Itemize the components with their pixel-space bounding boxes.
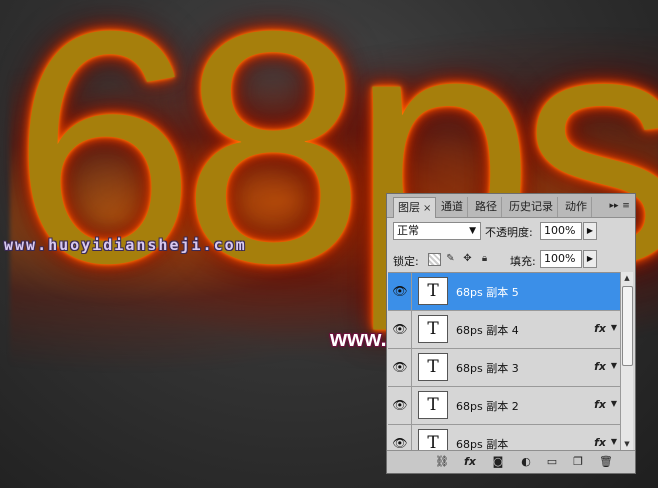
scrollbar-thumb[interactable] [622,286,633,366]
layer-name: 68ps 副本 3 [456,362,519,375]
add-mask-icon[interactable]: ◙ [491,455,505,469]
tab-channels-label: 通道 [441,200,463,213]
link-layers-icon[interactable]: ⛓︎ [435,455,449,469]
eye-icon[interactable]: 👁︎ [391,434,409,451]
text-layer-thumbnail: T [418,391,448,419]
eye-icon[interactable]: 👁︎ [391,396,409,414]
eye-icon[interactable]: 👁︎ [391,320,409,338]
move-icon[interactable]: ✥ [462,253,473,264]
layer-row-copy-5[interactable]: 👁︎ T 68ps 副本 5 [388,273,620,311]
layer-row-copy[interactable]: 👁︎ T 68ps 副本 fx ▼ [388,425,620,451]
tab-paths[interactable]: 路径 [471,197,502,217]
text-layer-thumbnail: T [418,353,448,381]
tab-history-label: 历史记录 [509,200,553,213]
text-layer-thumbnail: T [418,277,448,305]
panel-bottom-toolbar: ⛓︎ fx ◙ ◐ ▭ ❐ 🗑︎ [387,450,635,473]
close-icon[interactable]: × [423,203,431,214]
fill-slider-button[interactable]: ▶ [583,250,597,268]
fill-input[interactable]: 100% [540,250,582,268]
checker-icon[interactable] [428,253,441,266]
scroll-down-icon[interactable]: ▼ [621,438,633,450]
text-layer-thumbnail: T [418,315,448,343]
tab-actions-label: 动作 [565,200,587,213]
chevron-down-icon: ▼ [469,226,476,236]
panel-menu-icon[interactable]: ≡ [619,197,633,215]
scroll-up-icon[interactable]: ▲ [621,272,633,284]
opacity-slider-button[interactable]: ▶ [583,222,597,240]
tab-channels[interactable]: 通道 [437,197,468,217]
chevron-down-icon[interactable]: ▼ [611,437,617,446]
tab-layers-label: 图层 [398,201,420,214]
new-group-icon[interactable]: ▭ [545,455,559,469]
fill-label: 填充: [510,255,536,268]
fx-icon[interactable]: fx [594,322,606,335]
layer-list: 👁︎ T 68ps 副本 5 👁︎ T 68ps 副本 4 fx ▼ 👁︎ T … [388,272,620,451]
adjustment-layer-icon[interactable]: ◐ [519,455,533,469]
layer-list-scrollbar[interactable]: ▲ ▼ [620,272,633,450]
eye-icon[interactable]: 👁︎ [391,282,409,300]
fx-icon[interactable]: fx [594,360,606,373]
new-layer-icon[interactable]: ❐ [571,455,585,469]
layer-name: 68ps 副本 4 [456,324,519,337]
text-layer-thumbnail: T [418,429,448,451]
blend-mode-select[interactable]: 正常 ▼ [393,222,481,240]
layer-name: 68ps 副本 [456,438,509,451]
fill-value: 100% [544,252,576,265]
watermark-url: www.huoyidiansheji.com [4,236,247,254]
add-style-fx-icon[interactable]: fx [463,455,477,469]
chevron-down-icon[interactable]: ▼ [611,323,617,332]
brush-icon[interactable]: ✎ [445,253,456,264]
blend-mode-value: 正常 [397,224,419,237]
tab-paths-label: 路径 [475,200,497,213]
lock-label: 锁定: [393,255,419,268]
lock-icon[interactable]: 🔒︎ [479,253,490,264]
opacity-input[interactable]: 100% [540,222,582,240]
layers-panel: 图层 × 通道 路径 历史记录 动作 ▸▸ ≡ 正常 ▼ 不透明度: 100% ▶… [386,193,636,474]
panel-tabs: 图层 × 通道 路径 历史记录 动作 ▸▸ ≡ [387,194,635,218]
fx-icon[interactable]: fx [594,398,606,411]
tab-actions[interactable]: 动作 [561,197,592,217]
tab-history[interactable]: 历史记录 [505,197,558,217]
chevron-down-icon[interactable]: ▼ [611,361,617,370]
trash-icon[interactable]: 🗑︎ [599,455,613,469]
tab-layers[interactable]: 图层 × [393,197,437,218]
opacity-label: 不透明度: [485,226,533,239]
opacity-value: 100% [544,224,576,237]
eye-icon[interactable]: 👁︎ [391,358,409,376]
layer-row-copy-3[interactable]: 👁︎ T 68ps 副本 3 fx ▼ [388,349,620,387]
layer-row-copy-4[interactable]: 👁︎ T 68ps 副本 4 fx ▼ [388,311,620,349]
chevron-down-icon[interactable]: ▼ [611,399,617,408]
layer-name: 68ps 副本 2 [456,400,519,413]
layer-name: 68ps 副本 5 [456,286,519,299]
fx-icon[interactable]: fx [594,436,606,449]
layer-row-copy-2[interactable]: 👁︎ T 68ps 副本 2 fx ▼ [388,387,620,425]
